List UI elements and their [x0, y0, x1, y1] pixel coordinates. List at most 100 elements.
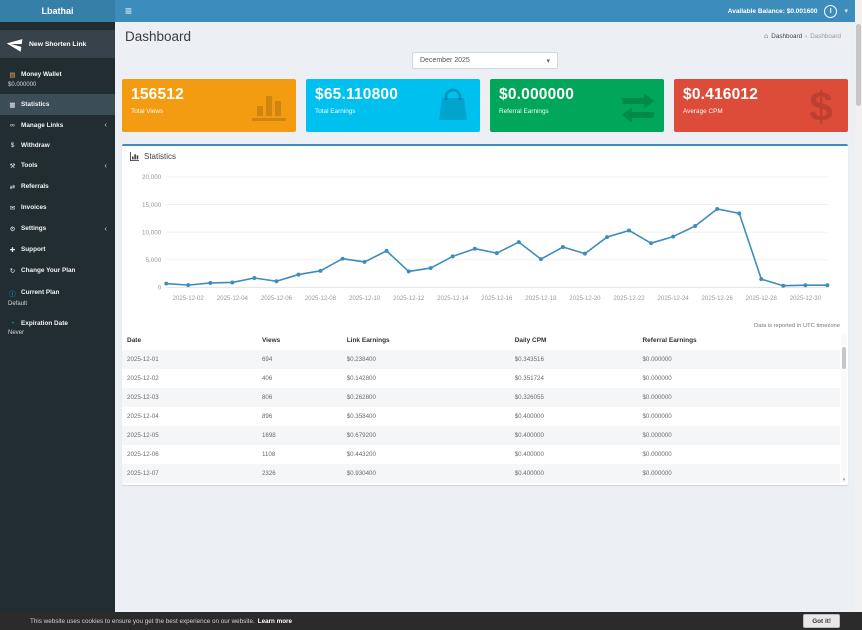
chart-point [252, 276, 257, 280]
table-scrollbar-thumb[interactable] [842, 347, 846, 369]
wallet-icon: ▤ [9, 71, 16, 79]
table-scrollbar[interactable]: ▾ [841, 333, 847, 483]
stat-card-total-views[interactable]: 156512 Total Views [122, 79, 296, 132]
new-shorten-link-button[interactable]: New Shorten Link [0, 30, 115, 58]
stat-card-referral-earnings[interactable]: $0.000000 Referral Earnings [490, 79, 664, 132]
exchange-arrows-icon [616, 84, 658, 131]
table-cell: $0.262800 [346, 394, 376, 401]
table-row[interactable]: 2025-12-01 694 $0.238400 $0.343516 $0.000000 [122, 350, 840, 369]
sidebar: New Shorten Link ▤ Money Wallet $0.000000 ▦… [0, 22, 115, 612]
link-icon: ∞ [10, 121, 15, 129]
svg-text:2025-12-02: 2025-12-02 [173, 295, 205, 302]
hamburger-menu-icon[interactable]: ≡ [115, 0, 142, 22]
brand-logo[interactable]: Lbathai [0, 0, 115, 22]
shopping-bag-icon [432, 84, 474, 131]
got-it-button[interactable]: Got it! [803, 614, 840, 628]
table-cell: $0.000000 [642, 375, 672, 382]
month-select[interactable]: December 2025 ▾ [412, 52, 558, 69]
stat-card-average-cpm[interactable]: $0.416012 Average CPM $ [674, 79, 848, 132]
info-circle-icon: ⓘ [9, 290, 16, 298]
chart-point [472, 246, 477, 251]
chart-point [340, 256, 345, 261]
svg-text:2025-12-06: 2025-12-06 [261, 295, 293, 302]
power-logout-icon[interactable] [824, 4, 838, 18]
table-column-header: Date [127, 337, 142, 344]
table-head: Date Views Link Earnings Daily CPM Referral … [122, 331, 840, 350]
table-cell: $0.400000 [514, 413, 544, 420]
svg-text:2025-12-10: 2025-12-10 [349, 295, 381, 302]
table-cell: 2326 [261, 470, 276, 477]
table-cell: $0.343516 [514, 356, 544, 363]
stat-card-total-earnings[interactable]: $65.110800 Total Earnings [306, 79, 480, 132]
svg-text:2025-12-08: 2025-12-08 [305, 295, 337, 302]
sidebar-item-settings[interactable]: ⚙ Settings ‹ [0, 218, 115, 239]
breadcrumb-home[interactable]: Dashboard [771, 33, 802, 40]
breadcrumb-current: Dashboard [810, 33, 841, 40]
sidebar-item-statistics[interactable]: ▦ Statistics [0, 94, 115, 115]
sidebar-item-change-plan[interactable]: ↻ Change Your Plan [0, 260, 115, 281]
table-cell: $0.400000 [514, 470, 544, 477]
svg-text:5,000: 5,000 [146, 257, 162, 264]
svg-text:2025-12-20: 2025-12-20 [569, 295, 601, 302]
table-row[interactable]: 2025-12-06 1108 $0.443200 $0.400000 $0.00000… [122, 445, 840, 464]
table-cell: 2025-12-07 [127, 470, 159, 477]
paper-plane-icon [6, 38, 23, 52]
table-cell: 694 [261, 356, 273, 363]
table-cell: 1108 [261, 451, 276, 458]
chart-point [450, 254, 455, 259]
clock-icon: ◔ [10, 319, 15, 327]
new-shorten-link-label: New Shorten Link [29, 40, 87, 48]
sidebar-item-withdraw[interactable]: $ Withdraw [0, 135, 115, 155]
table-cell: 2025-12-06 [127, 451, 159, 458]
table-row[interactable]: 2025-12-05 1698 $0.679200 $0.400000 $0.00000… [122, 426, 840, 445]
page-scrollbar-thumb[interactable] [856, 24, 861, 106]
chart-point [296, 272, 301, 277]
table-row[interactable]: 2025-12-02 406 $0.142800 $0.351724 $0.000000 [122, 369, 840, 388]
chart-container: 0 5,000 10,000 15,000 20,000 2025-12-02 2025-1… [122, 165, 848, 322]
page-scrollbar[interactable] [855, 0, 862, 630]
sidebar-item-label: Referrals [21, 183, 49, 190]
chart-point [759, 277, 764, 282]
chart-point [186, 283, 191, 288]
table-row[interactable]: 2025-12-03 806 $0.262800 $0.326055 $0.000000 [122, 388, 840, 407]
table-cell: $0.326055 [514, 394, 544, 401]
sidebar-item-label: Statistics [21, 101, 50, 108]
statistics-panel: Statistics 0 5,000 10,000 15,000 20,000 2025-… [122, 144, 848, 485]
sidebar-item-referrals[interactable]: ⇄ Referrals [0, 176, 115, 197]
chart-point [693, 224, 698, 228]
chevron-left-icon: ‹ [104, 120, 107, 129]
content-header: Dashboard ⌂ Dashboard › Dashboard [115, 22, 855, 48]
select-caret-icon: ▾ [546, 57, 550, 65]
svg-text:0: 0 [158, 285, 162, 292]
sidebar-item-label: Current Plan [21, 289, 60, 296]
table-column-header: Views [261, 337, 281, 344]
chart-point [825, 283, 830, 288]
utc-footnote: Data is reported in UTC timezone [753, 323, 840, 329]
chart-point [362, 259, 367, 264]
table-cell: $0.000000 [642, 470, 672, 477]
table-cell: $0.679200 [346, 432, 376, 439]
learn-more-link[interactable]: Learn more [258, 618, 292, 625]
chart-point [274, 279, 279, 284]
table-row[interactable]: 2025-12-04 896 $0.358400 $0.400000 $0.000000 [122, 407, 840, 426]
svg-text:2025-12-18: 2025-12-18 [525, 295, 557, 302]
sidebar-item-support[interactable]: ✚ Support [0, 239, 115, 260]
table-column-header: Link Earnings [346, 337, 390, 344]
gears-icon: ⚙ [9, 225, 16, 233]
main-content: Dashboard ⌂ Dashboard › Dashboard Decemb… [115, 22, 855, 612]
sidebar-item-invoices[interactable]: ✉ Invoices [0, 197, 115, 218]
sidebar-item-manage-links[interactable]: ∞ Manage Links ‹ [0, 115, 115, 135]
table-row[interactable]: 2025-12-07 2326 $0.930400 $0.400000 $0.00000… [122, 464, 840, 483]
views-line-chart: 0 5,000 10,000 15,000 20,000 2025-12-02 2025-1… [142, 174, 830, 302]
chart-point [494, 251, 499, 256]
sidebar-item-tools[interactable]: ⚒ Tools ‹ [0, 155, 115, 176]
table-cell: 2025-12-02 [127, 375, 159, 382]
svg-text:2025-12-04: 2025-12-04 [217, 295, 249, 302]
chart-point [318, 268, 323, 273]
scrollbar-down-arrow-icon[interactable]: ▾ [841, 477, 847, 483]
chart-point [560, 245, 565, 250]
chevron-down-icon[interactable]: ▾ [844, 7, 848, 15]
chart-point [384, 248, 389, 253]
table-header-row: Date Views Link Earnings Daily CPM Referral … [122, 331, 840, 350]
table-body: 2025-12-01 694 $0.238400 $0.343516 $0.000000… [122, 350, 840, 483]
